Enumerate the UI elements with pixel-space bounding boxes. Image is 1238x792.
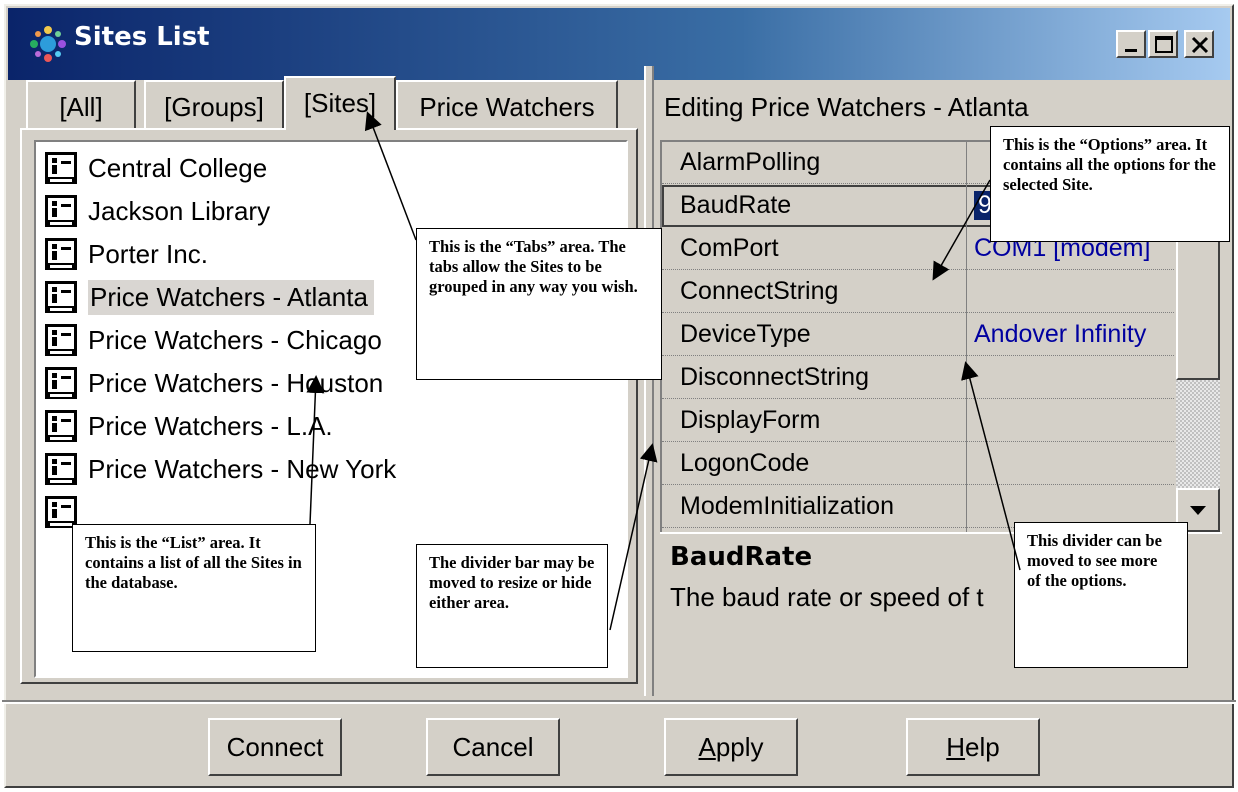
list-item-label: Porter Inc. xyxy=(88,238,208,269)
close-icon xyxy=(1191,36,1209,54)
help-button[interactable]: Help xyxy=(906,718,1040,776)
tab-all[interactable]: [All] xyxy=(26,80,136,128)
button-label: Cancel xyxy=(452,731,534,762)
button-accelerator: A xyxy=(698,731,716,762)
list-item-label: Price Watchers - L.A. xyxy=(88,410,333,441)
list-item-selected[interactable]: Price Watchers - Atlanta xyxy=(44,277,374,317)
site-icon xyxy=(45,152,77,184)
apply-button[interactable]: Apply xyxy=(664,718,798,776)
tab-label: [All] xyxy=(59,92,103,122)
site-icon xyxy=(45,324,77,356)
maximize-button[interactable] xyxy=(1148,30,1178,58)
list-item-label: Price Watchers - Atlanta xyxy=(88,279,374,315)
tab-price-watchers[interactable]: Price Watchers xyxy=(396,80,618,128)
list-item[interactable]: Price Watchers - Houston xyxy=(44,363,383,403)
list-item[interactable]: Porter Inc. xyxy=(44,234,208,274)
title-bar[interactable]: Sites List xyxy=(8,8,1230,80)
property-row[interactable]: LogonCode xyxy=(662,443,1174,485)
tab-sites[interactable]: [Sites] xyxy=(284,76,396,130)
tabs-annotation: This is the “Tabs” area. The tabs allow … xyxy=(416,228,662,380)
site-icon xyxy=(45,410,77,442)
window-title: Sites List xyxy=(74,22,210,52)
minimize-icon xyxy=(1125,49,1137,52)
close-button[interactable] xyxy=(1184,30,1214,58)
button-label: pply xyxy=(715,731,764,762)
button-accelerator: H xyxy=(946,731,966,762)
column-divider[interactable] xyxy=(966,142,967,532)
tab-label: Price Watchers xyxy=(419,92,595,122)
list-annotation: This is the “List” area. It contains a l… xyxy=(72,524,316,652)
list-item-label: Price Watchers - Houston xyxy=(88,367,384,398)
divider-bar-annotation: The divider bar may be moved to resize o… xyxy=(416,544,608,668)
site-icon xyxy=(45,195,77,227)
site-icon xyxy=(45,238,77,270)
description-text: The baud rate or speed of t xyxy=(670,582,984,612)
button-label: elp xyxy=(965,731,1000,762)
list-item-label: Price Watchers - New York xyxy=(88,453,397,484)
minimize-button[interactable] xyxy=(1116,30,1146,58)
list-item[interactable]: Jackson Library xyxy=(44,191,270,231)
button-label: Connect xyxy=(226,731,324,762)
property-row[interactable]: ConnectString xyxy=(662,271,1174,313)
tab-groups[interactable]: [Groups] xyxy=(144,80,284,128)
list-item-label: Jackson Library xyxy=(88,195,271,226)
tab-label: [Groups] xyxy=(164,92,264,122)
property-name: AlarmPolling xyxy=(680,148,821,176)
property-name: ComPort xyxy=(680,234,779,262)
list-item-label: Central College xyxy=(88,152,268,183)
editing-heading: Editing Price Watchers - Atlanta xyxy=(664,92,1029,122)
property-name: ModemInitialization xyxy=(680,492,894,520)
property-name: BaudRate xyxy=(680,191,792,219)
connect-button[interactable]: Connect xyxy=(208,718,342,776)
list-item-label: Price Watchers - Chicago xyxy=(88,324,382,355)
divider-annotation: This divider can be moved to see more of… xyxy=(1014,522,1188,668)
property-row[interactable]: DeviceType Andover Infinity xyxy=(662,314,1174,356)
property-name: LogonCode xyxy=(680,449,810,477)
network-globe-icon xyxy=(30,26,66,62)
property-row[interactable]: DisconnectString xyxy=(662,357,1174,399)
list-item[interactable]: Central College xyxy=(44,148,267,188)
list-item[interactable]: Price Watchers - New York xyxy=(44,449,396,489)
description-title: BaudRate xyxy=(670,542,813,572)
property-name: DisconnectString xyxy=(680,363,869,391)
property-value[interactable]: Andover Infinity xyxy=(974,320,1146,349)
property-name: ConnectString xyxy=(680,277,839,305)
list-item[interactable]: Price Watchers - Chicago xyxy=(44,320,382,360)
maximize-icon xyxy=(1155,36,1173,53)
site-icon xyxy=(45,281,77,313)
property-name: DeviceType xyxy=(680,320,811,348)
property-name: DisplayForm xyxy=(680,406,821,434)
divider-bar[interactable] xyxy=(644,66,654,696)
cancel-button[interactable]: Cancel xyxy=(426,718,560,776)
list-item[interactable]: Price Watchers - L.A. xyxy=(44,406,333,446)
options-annotation: This is the “Options” area. It contains … xyxy=(990,126,1230,242)
site-icon xyxy=(45,367,77,399)
tab-label: [Sites] xyxy=(303,88,377,118)
site-icon xyxy=(45,453,77,485)
button-separator xyxy=(2,700,1236,704)
property-row[interactable]: DisplayForm xyxy=(662,400,1174,442)
